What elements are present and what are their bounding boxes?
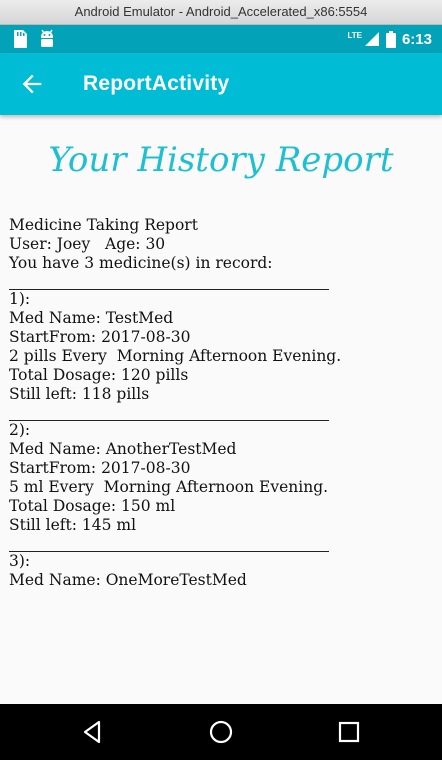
report-text: Medicine Taking Report User: Joey Age: 3…	[9, 216, 341, 590]
recents-square-icon[interactable]	[335, 718, 363, 746]
entry-index: 2):	[9, 421, 31, 439]
entry-schedule: 2 pills Every Morning Afternoon Evening.	[9, 347, 342, 365]
app-bar: ReportActivity	[0, 53, 442, 115]
entry-total-dosage: Total Dosage: 120 pills	[9, 366, 189, 384]
entry-still-left: Still left: 118 pills	[9, 385, 150, 403]
history-report-heading: Your History Report	[48, 140, 394, 180]
entry-index: 3):	[9, 552, 31, 570]
entry-med-name: Med Name: TestMed	[9, 309, 174, 327]
entry-index: 1):	[9, 290, 31, 308]
entry-med-name: Med Name: OneMoreTestMed	[9, 571, 247, 589]
back-triangle-icon[interactable]	[78, 718, 106, 746]
navigation-bar	[0, 704, 442, 760]
battery-icon	[385, 30, 396, 48]
medicine-count: You have 3 medicine(s) in record:	[9, 254, 273, 272]
entry-start: StartFrom: 2017-08-30	[9, 328, 191, 346]
window-title: Android Emulator - Android_Accelerated_x…	[74, 4, 368, 19]
android-robot-icon	[41, 29, 53, 47]
user-info: User: Joey Age: 30	[9, 235, 166, 253]
status-bar: LTE 6:13	[0, 25, 442, 53]
home-circle-icon[interactable]	[207, 718, 235, 746]
report-content: Your History Report Medicine Taking Repo…	[0, 118, 442, 704]
entry-still-left: Still left: 145 ml	[9, 516, 137, 534]
entry-med-name: Med Name: AnotherTestMed	[9, 440, 237, 458]
back-arrow-icon[interactable]	[18, 70, 46, 98]
network-type: LTE	[347, 30, 362, 40]
entry-start: StartFrom: 2017-08-30	[9, 459, 191, 477]
signal-icon	[364, 32, 379, 46]
entry-total-dosage: Total Dosage: 150 ml	[9, 497, 176, 515]
app-bar-title: ReportActivity	[83, 72, 230, 95]
status-time: 6:13	[401, 30, 432, 48]
divider	[9, 273, 329, 290]
sd-card-icon	[14, 30, 27, 48]
window-title-bar: Android Emulator - Android_Accelerated_x…	[0, 0, 442, 25]
entry-schedule: 5 ml Every Morning Afternoon Evening.	[9, 478, 329, 496]
divider	[9, 535, 329, 552]
divider	[9, 404, 329, 421]
report-title: Medicine Taking Report	[9, 216, 198, 234]
